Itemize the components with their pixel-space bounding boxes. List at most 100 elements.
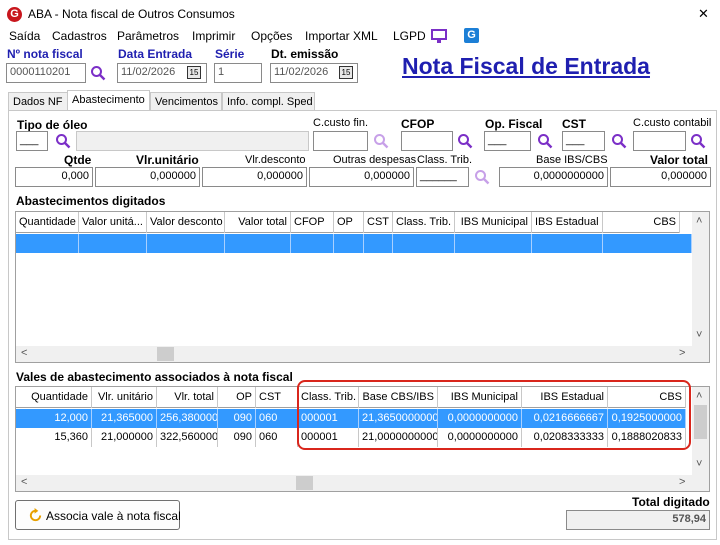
col-header[interactable]: CST (364, 212, 393, 233)
col-header[interactable]: Valor unitá... (79, 212, 147, 233)
op-fiscal-field[interactable]: ___ (484, 131, 531, 151)
col-header[interactable]: Quantidade (16, 212, 79, 233)
col-header[interactable]: CBS (603, 212, 680, 233)
close-button[interactable]: ✕ (698, 6, 709, 22)
search-ccusto-fin-icon[interactable] (373, 133, 389, 149)
table-row-selected[interactable] (16, 234, 692, 253)
cell-vlr-unitario: 21,000000 (92, 428, 157, 447)
class-trib-field[interactable]: ______ (416, 167, 469, 187)
serie-field[interactable]: 1 (214, 63, 262, 83)
data-entrada-label: Data Entrada (118, 47, 193, 61)
col-header[interactable]: OP (218, 387, 256, 408)
cell-quantidade: 15,360 (16, 428, 92, 447)
cst-field[interactable]: ___ (562, 131, 605, 151)
window-title: ABA - Nota fiscal de Outros Consumos (28, 7, 235, 21)
outras-despesas-label: Outras despesas (333, 154, 417, 166)
cell-op: 090 (218, 409, 256, 428)
vales-hscroll[interactable]: < > (16, 475, 709, 491)
scroll-down-icon[interactable]: ˅ (696, 458, 702, 470)
menu-imprimir[interactable]: Imprimir (192, 29, 235, 43)
base-ibs-field[interactable]: 0,0000000000 (499, 167, 608, 187)
search-num-nota-icon[interactable] (90, 65, 106, 81)
col-header[interactable]: Vlr. unitário (92, 387, 157, 408)
search-ccusto-contabil-icon[interactable] (690, 133, 706, 149)
scroll-up-icon[interactable]: ˄ (696, 215, 702, 227)
tab-vencimentos[interactable]: Vencimentos (150, 92, 222, 111)
total-digitado-field: 578,94 (566, 510, 710, 530)
search-op-fiscal-icon[interactable] (537, 133, 553, 149)
ccusto-contabil-label: C.custo contabil (633, 117, 712, 129)
abastecimentos-grid[interactable]: Quantidade Valor unitá... Valor desconto… (15, 211, 710, 363)
scroll-left-icon[interactable]: < (21, 476, 27, 488)
tab-info-compl-sped[interactable]: Info. compl. Sped (222, 92, 315, 111)
calendar-emissao-icon[interactable]: 15 (339, 66, 353, 79)
col-header[interactable]: CFOP (291, 212, 334, 233)
menu-bar: Saída Cadastros Parâmetros Imprimir Opçõ… (0, 28, 720, 46)
search-cfop-icon[interactable] (457, 133, 473, 149)
col-header[interactable]: IBS Municipal (455, 212, 532, 233)
scroll-thumb[interactable] (157, 347, 174, 361)
associa-vale-button[interactable]: Associa vale à nota fiscal (15, 500, 181, 530)
valor-total-field[interactable]: 0,000000 (610, 167, 711, 187)
search-tipo-oleo-icon[interactable] (55, 133, 71, 149)
tipo-oleo-field[interactable]: ___ (16, 131, 48, 151)
menu-cadastros[interactable]: Cadastros (52, 29, 107, 43)
scroll-right-icon[interactable]: > (679, 347, 685, 359)
col-header[interactable]: Valor total (225, 212, 291, 233)
total-digitado-label: Total digitado (632, 495, 710, 509)
tipo-oleo-value: ___ (20, 134, 39, 146)
outras-despesas-field[interactable]: 0,000000 (309, 167, 414, 187)
col-header[interactable]: OP (334, 212, 364, 233)
menu-saida[interactable]: Saída (9, 29, 40, 43)
abastecimentos-hscroll[interactable]: < > (16, 346, 709, 362)
search-class-trib-icon[interactable] (474, 169, 490, 185)
col-header[interactable]: Class. Trib. (393, 212, 455, 233)
cell (455, 234, 532, 253)
menu-lgpd[interactable]: LGPD (393, 29, 426, 43)
tab-abastecimento[interactable]: Abastecimento (67, 90, 150, 110)
vlr-unitario-field[interactable]: 0,000000 (95, 167, 200, 187)
ccusto-contabil-field[interactable] (633, 131, 686, 151)
vlr-unitario-label: Vlr.unitário (136, 153, 199, 167)
col-header[interactable]: Valor desconto (147, 212, 225, 233)
cell (16, 234, 79, 253)
col-header[interactable]: Quantidade (16, 387, 92, 408)
scroll-thumb[interactable] (694, 405, 707, 439)
scroll-up-icon[interactable]: ˄ (696, 390, 702, 402)
abastecimentos-title: Abastecimentos digitados (16, 194, 166, 208)
menu-parametros[interactable]: Parâmetros (117, 29, 179, 43)
calendar-entrada-icon[interactable]: 15 (187, 66, 201, 79)
search-cst-icon[interactable] (611, 133, 627, 149)
cell (603, 234, 692, 253)
ccusto-fin-field[interactable] (313, 131, 368, 151)
vlr-desconto-field[interactable]: 0,000000 (202, 167, 307, 187)
col-header[interactable]: IBS Estadual (532, 212, 603, 233)
title-bar: G ABA - Nota fiscal de Outros Consumos ✕ (0, 0, 720, 28)
highlight-annotation-box (297, 380, 691, 450)
menu-opcoes[interactable]: Opções (251, 29, 292, 43)
ccusto-fin-label: C.custo fin. (313, 117, 369, 129)
abastecimentos-vscroll[interactable]: ˄ ˅ (692, 212, 709, 346)
col-header[interactable]: Vlr. total (157, 387, 218, 408)
op-fiscal-label: Op. Fiscal (485, 117, 543, 131)
menu-importar-xml[interactable]: Importar XML (305, 29, 378, 43)
cfop-field[interactable] (401, 131, 453, 151)
scroll-thumb[interactable] (296, 476, 313, 490)
monitor-icon[interactable] (431, 29, 447, 44)
scroll-right-icon[interactable]: > (679, 476, 685, 488)
app-logo-icon: G (7, 7, 22, 22)
num-nota-label: Nº nota fiscal (7, 47, 83, 61)
scroll-left-icon[interactable]: < (21, 347, 27, 359)
cell-vlr-total: 322,560000 (157, 428, 218, 447)
num-nota-field[interactable]: 0000110201 (6, 63, 86, 83)
tab-dados-nf[interactable]: Dados NF (8, 92, 69, 111)
base-ibs-label: Base IBS/CBS (536, 154, 608, 166)
col-header[interactable]: CST (256, 387, 298, 408)
tipo-oleo-description (76, 131, 309, 151)
qtde-field[interactable]: 0,000 (15, 167, 93, 187)
vales-vscroll[interactable]: ˄ ˅ (692, 387, 709, 475)
scroll-down-icon[interactable]: ˅ (696, 329, 702, 341)
brand-g-icon[interactable]: G (464, 28, 479, 43)
refresh-icon (29, 508, 42, 522)
cell (79, 234, 147, 253)
